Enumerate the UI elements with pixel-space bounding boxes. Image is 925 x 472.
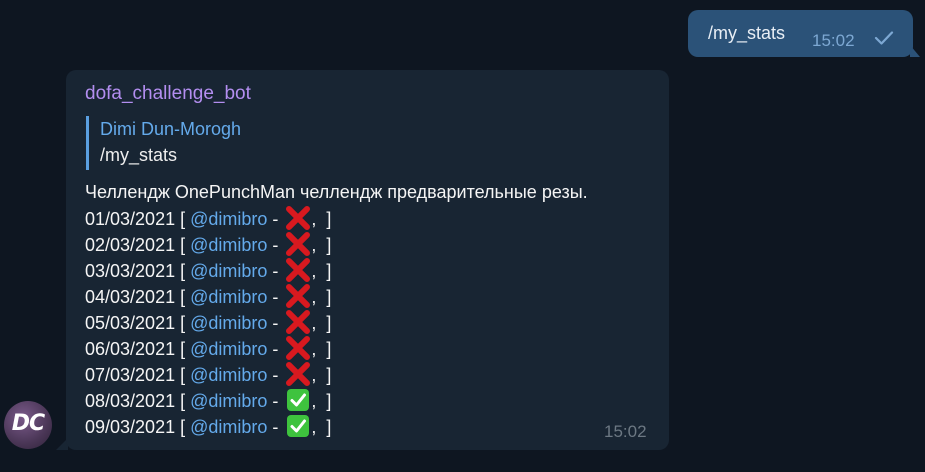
reply-text: /my_stats xyxy=(100,145,178,165)
cross-mark-icon xyxy=(286,232,311,256)
avatar-initials: DC xyxy=(11,411,45,436)
row-separator: - xyxy=(267,365,284,385)
outgoing-message-time: 15:02 xyxy=(812,31,855,50)
result-rows: 01/03/2021 [ @dimibro - , ] 02/03/2021 [ … xyxy=(85,205,588,439)
row-separator: - xyxy=(267,235,284,255)
row-tail: , ] xyxy=(311,391,332,411)
row-tail: , ] xyxy=(311,365,332,385)
row-separator: - xyxy=(267,339,284,359)
user-mention-link[interactable]: @dimibro xyxy=(190,365,267,385)
cross-mark-icon xyxy=(286,258,311,282)
row-separator: - xyxy=(267,261,284,281)
row-date: 02/03/2021 [ xyxy=(85,235,191,255)
result-row: 05/03/2021 [ @dimibro - , ] xyxy=(85,309,588,335)
result-row: 04/03/2021 [ @dimibro - , ] xyxy=(85,283,588,309)
user-mention-link[interactable]: @dimibro xyxy=(190,235,267,255)
sender-name[interactable]: dofa_challenge_bot xyxy=(85,83,251,105)
incoming-message-time: 15:02 xyxy=(604,422,647,441)
user-mention-link[interactable]: @dimibro xyxy=(190,339,267,359)
result-row: 07/03/2021 [ @dimibro - , ] xyxy=(85,361,588,387)
reply-author: Dimi Dun-Morogh xyxy=(100,119,242,139)
row-tail: , ] xyxy=(311,313,332,333)
cross-mark-icon xyxy=(286,336,311,360)
row-separator: - xyxy=(267,391,284,411)
row-separator: - xyxy=(267,209,284,229)
cross-mark-icon xyxy=(286,206,311,230)
avatar[interactable]: DC xyxy=(4,401,52,449)
row-date: 08/03/2021 [ xyxy=(85,391,191,411)
outgoing-message[interactable]: /my_stats 15:02 xyxy=(688,10,913,57)
result-row: 03/03/2021 [ @dimibro - , ] xyxy=(85,257,588,283)
user-mention-link[interactable]: @dimibro xyxy=(190,287,267,307)
user-mention-link[interactable]: @dimibro xyxy=(190,261,267,281)
user-mention-link[interactable]: @dimibro xyxy=(190,313,267,333)
result-row: 08/03/2021 [ @dimibro - , ] xyxy=(85,387,588,413)
row-tail: , ] xyxy=(311,235,332,255)
cross-mark-icon xyxy=(286,284,311,308)
row-date: 04/03/2021 [ xyxy=(85,287,191,307)
user-mention-link[interactable]: @dimibro xyxy=(190,417,267,437)
row-tail: , ] xyxy=(311,209,332,229)
check-mark-button-icon xyxy=(287,415,310,437)
row-date: 07/03/2021 [ xyxy=(85,365,191,385)
message-header-line: Челлендж OnePunchMan челлендж предварите… xyxy=(85,182,588,202)
row-separator: - xyxy=(267,287,284,307)
incoming-message[interactable]: dofa_challenge_bot Dimi Dun-Morogh /my_s… xyxy=(66,70,669,450)
result-row: 01/03/2021 [ @dimibro - , ] xyxy=(85,205,588,231)
row-tail: , ] xyxy=(311,417,332,437)
result-row: 06/03/2021 [ @dimibro - , ] xyxy=(85,335,588,361)
user-mention-link[interactable]: @dimibro xyxy=(190,209,267,229)
row-tail: , ] xyxy=(311,339,332,359)
row-date: 05/03/2021 [ xyxy=(85,313,191,333)
outgoing-message-text: /my_stats xyxy=(708,23,786,43)
user-mention-link[interactable]: @dimibro xyxy=(190,391,267,411)
reply-quote[interactable]: Dimi Dun-Morogh /my_stats xyxy=(86,116,241,170)
row-tail: , ] xyxy=(311,261,332,281)
row-date: 06/03/2021 [ xyxy=(85,339,191,359)
row-date: 09/03/2021 [ xyxy=(85,417,191,437)
result-row: 09/03/2021 [ @dimibro - , ] xyxy=(85,413,588,439)
row-separator: - xyxy=(267,313,284,333)
single-check-icon xyxy=(874,31,894,45)
row-date: 01/03/2021 [ xyxy=(85,209,191,229)
row-separator: - xyxy=(267,417,284,437)
chat-area: /my_stats 15:02 dofa_challenge_bot Dimi … xyxy=(0,0,925,472)
result-row: 02/03/2021 [ @dimibro - , ] xyxy=(85,231,588,257)
check-mark-button-icon xyxy=(287,389,310,411)
row-tail: , ] xyxy=(311,287,332,307)
row-date: 03/03/2021 [ xyxy=(85,261,191,281)
cross-mark-icon xyxy=(286,362,311,386)
cross-mark-icon xyxy=(286,310,311,334)
message-body: Челлендж OnePunchMan челлендж предварите… xyxy=(85,179,588,439)
